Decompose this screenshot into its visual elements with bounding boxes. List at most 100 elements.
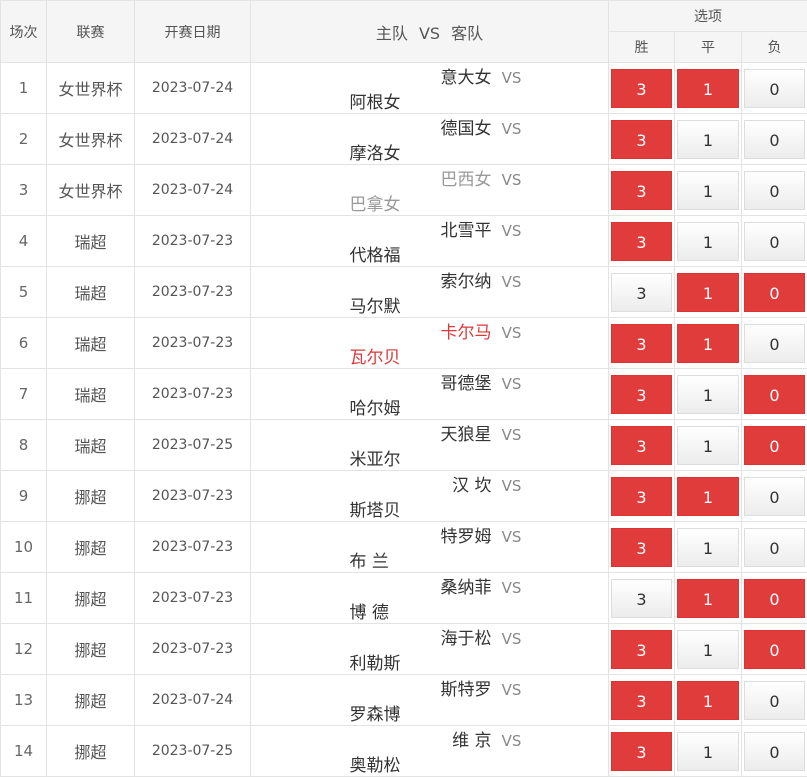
match-table: 场次 联赛 开赛日期 主队 VS 客队 选项 胜 平 负 1女世界杯2023-0… — [0, 0, 807, 777]
vs-label: VS — [492, 477, 532, 495]
match-number: 12 — [1, 624, 47, 675]
league-name: 瑞超 — [47, 267, 135, 318]
option-lose-button[interactable]: 0 — [744, 477, 805, 516]
option-lose-button[interactable]: 0 — [744, 681, 805, 720]
table-row: 2女世界杯2023-07-24德国女VS摩洛女310 — [1, 114, 807, 165]
option-lose-button[interactable]: 0 — [744, 171, 805, 210]
option-lose-button[interactable]: 0 — [744, 426, 805, 465]
match-number: 4 — [1, 216, 47, 267]
match-teams: 哥德堡VS哈尔姆 — [251, 369, 609, 420]
option-lose-button[interactable]: 0 — [744, 579, 805, 618]
match-date: 2023-07-23 — [135, 267, 251, 318]
away-team: 奥勒松 — [350, 751, 510, 776]
table-row: 1女世界杯2023-07-24意大女VS阿根女310 — [1, 63, 807, 114]
option-win-button[interactable]: 3 — [611, 375, 672, 414]
option-lose-button[interactable]: 0 — [744, 273, 805, 312]
league-name: 瑞超 — [47, 318, 135, 369]
match-number: 3 — [1, 165, 47, 216]
vs-label: VS — [492, 375, 532, 393]
home-team: 斯特罗 — [328, 675, 492, 700]
table-row: 12挪超2023-07-23海于松VS利勒斯310 — [1, 624, 807, 675]
vs-label: VS — [492, 528, 532, 546]
header-win: 胜 — [609, 32, 675, 63]
away-team: 瓦尔贝 — [350, 343, 510, 368]
option-draw-button[interactable]: 1 — [677, 69, 739, 108]
option-draw-button[interactable]: 1 — [677, 732, 739, 771]
option-draw-button[interactable]: 1 — [677, 477, 739, 516]
option-win-button[interactable]: 3 — [611, 630, 672, 669]
option-draw-button[interactable]: 1 — [677, 681, 739, 720]
match-teams: 索尔纳VS马尔默 — [251, 267, 609, 318]
match-teams: 维 京VS奥勒松 — [251, 726, 609, 777]
option-win-button[interactable]: 3 — [611, 681, 672, 720]
option-draw-button[interactable]: 1 — [677, 273, 739, 312]
match-number: 11 — [1, 573, 47, 624]
match-number: 2 — [1, 114, 47, 165]
option-win-button[interactable]: 3 — [611, 120, 672, 159]
match-teams: 德国女VS摩洛女 — [251, 114, 609, 165]
match-teams: 特罗姆VS布 兰 — [251, 522, 609, 573]
option-lose-button[interactable]: 0 — [744, 528, 805, 567]
match-number: 1 — [1, 63, 47, 114]
option-draw-button[interactable]: 1 — [677, 528, 739, 567]
option-draw-button[interactable]: 1 — [677, 579, 739, 618]
home-team: 天狼星 — [328, 420, 492, 445]
league-name: 挪超 — [47, 624, 135, 675]
option-lose-button[interactable]: 0 — [744, 324, 805, 363]
match-teams: 卡尔马VS瓦尔贝 — [251, 318, 609, 369]
league-name: 挪超 — [47, 573, 135, 624]
table-row: 6瑞超2023-07-23卡尔马VS瓦尔贝310 — [1, 318, 807, 369]
match-list: 1女世界杯2023-07-24意大女VS阿根女3102女世界杯 2023-07-2… — [1, 63, 807, 777]
option-draw-button[interactable]: 1 — [677, 171, 739, 210]
league-name: 女世界杯 — [47, 114, 135, 165]
option-lose-button[interactable]: 0 — [744, 120, 805, 159]
table-row: 8瑞超2023-07-25天狼星VS米亚尔310 — [1, 420, 807, 471]
match-teams: 桑纳菲VS博 德 — [251, 573, 609, 624]
home-team: 哥德堡 — [328, 369, 492, 394]
match-date: 2023-07-23 — [135, 471, 251, 522]
option-draw-button[interactable]: 1 — [677, 630, 739, 669]
home-team: 意大女 — [328, 63, 492, 88]
option-win-button[interactable]: 3 — [611, 324, 672, 363]
match-number: 10 — [1, 522, 47, 573]
option-win-button[interactable]: 3 — [611, 732, 672, 771]
away-team: 米亚尔 — [350, 445, 510, 470]
option-lose-button[interactable]: 0 — [744, 222, 805, 261]
away-team: 布 兰 — [350, 547, 510, 572]
match-date: 2023-07-23 — [135, 522, 251, 573]
option-lose-button[interactable]: 0 — [744, 732, 805, 771]
option-win-button[interactable]: 3 — [611, 426, 672, 465]
match-date: 2023-07-25 — [135, 726, 251, 777]
option-draw-button[interactable]: 1 — [677, 426, 739, 465]
option-win-button[interactable]: 3 — [611, 222, 672, 261]
match-number: 14 — [1, 726, 47, 777]
home-team: 维 京 — [328, 726, 492, 751]
option-win-button[interactable]: 3 — [611, 273, 672, 312]
away-team: 摩洛女 — [350, 139, 510, 164]
option-lose-button[interactable]: 0 — [744, 630, 805, 669]
option-lose-button[interactable]: 0 — [744, 375, 805, 414]
match-date: 2023-07-23 — [135, 369, 251, 420]
table-row: 14挪超2023-07-25维 京VS奥勒松310 — [1, 726, 807, 777]
option-win-button[interactable]: 3 — [611, 579, 672, 618]
vs-label: VS — [492, 681, 532, 699]
league-name: 瑞超 — [47, 216, 135, 267]
table-row: 9挪超2023-07-23汉 坎VS斯塔贝310 — [1, 471, 807, 522]
match-teams: 海于松VS利勒斯 — [251, 624, 609, 675]
option-draw-button[interactable]: 1 — [677, 120, 739, 159]
match-teams: 北雪平VS代格福 — [251, 216, 609, 267]
option-win-button[interactable]: 3 — [611, 69, 672, 108]
away-team: 博 德 — [350, 598, 510, 623]
option-draw-button[interactable]: 1 — [677, 222, 739, 261]
option-lose-button[interactable]: 0 — [744, 69, 805, 108]
option-draw-button[interactable]: 1 — [677, 324, 739, 363]
home-team: 汉 坎 — [328, 471, 492, 496]
header-lose: 负 — [742, 32, 807, 63]
home-team: 德国女 — [328, 114, 492, 139]
option-win-button[interactable]: 3 — [611, 528, 672, 567]
match-number: 9 — [1, 471, 47, 522]
option-win-button[interactable]: 3 — [611, 171, 672, 210]
option-win-button[interactable]: 3 — [611, 477, 672, 516]
option-draw-button[interactable]: 1 — [677, 375, 739, 414]
match-number: 7 — [1, 369, 47, 420]
